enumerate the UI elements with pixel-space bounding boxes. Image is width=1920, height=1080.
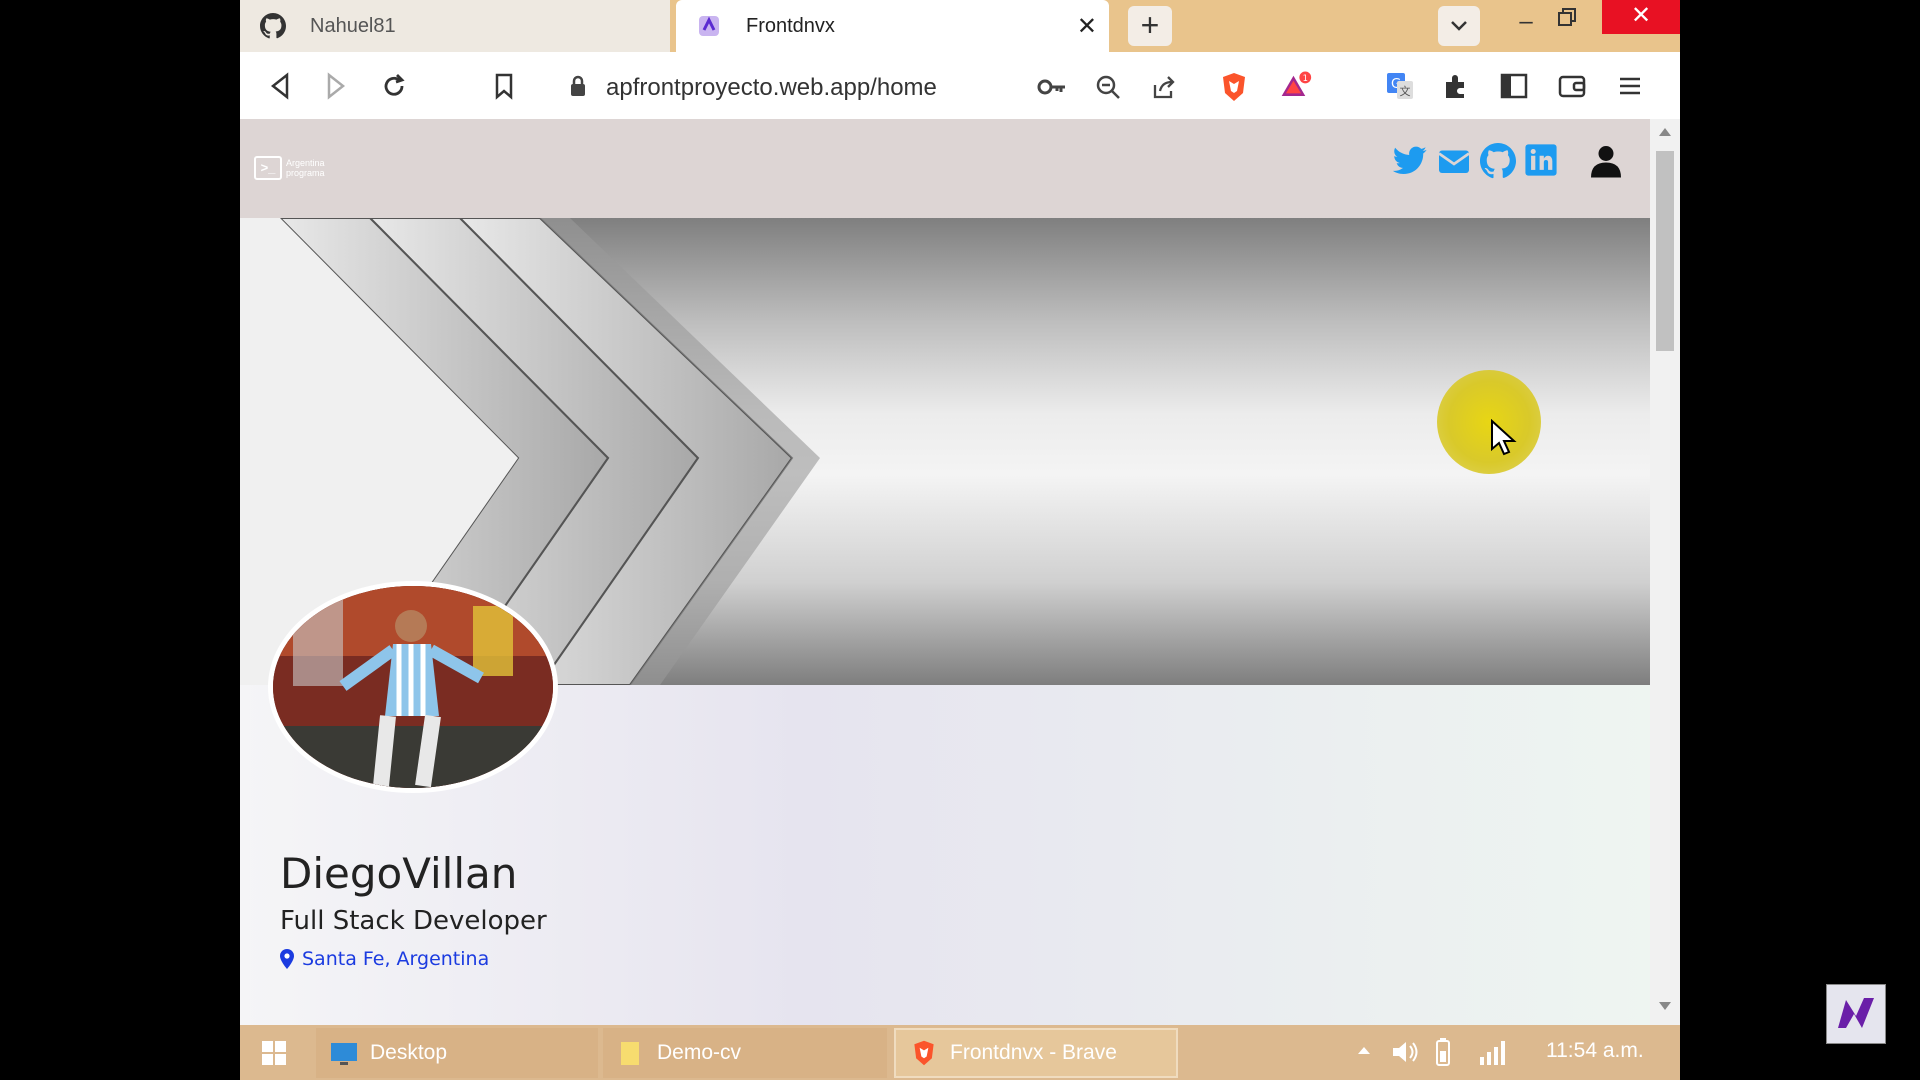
browser-toolbar: apfrontproyecto.web.app/home 1 G文 [240, 52, 1680, 119]
tab-frontdnvx[interactable]: Frontdnvx ✕ [676, 0, 1109, 52]
channel-watermark-logo [1826, 984, 1886, 1044]
taskbar: Desktop Demo-cv Frontdnvx - Brave 11:54 … [240, 1025, 1680, 1080]
tab-nahuel81[interactable]: Nahuel81 [240, 0, 670, 52]
extensions-icon[interactable] [1440, 70, 1472, 102]
taskbar-item-label: Frontdnvx - Brave [950, 1041, 1117, 1064]
zoom-out-icon[interactable] [1092, 71, 1124, 103]
github-icon[interactable] [1480, 143, 1516, 179]
scroll-up-icon[interactable] [1658, 127, 1672, 137]
taskbar-item-brave[interactable]: Frontdnvx - Brave [894, 1028, 1178, 1078]
network-signal-icon[interactable] [1478, 1037, 1508, 1072]
tab-strip: Nahuel81 Frontdnvx ✕ + – ✕ [240, 0, 1680, 52]
profile-photo [268, 581, 558, 793]
sidebar-icon[interactable] [1498, 70, 1530, 102]
share-icon[interactable] [1148, 71, 1180, 103]
email-icon[interactable] [1436, 143, 1472, 179]
back-icon[interactable] [264, 70, 296, 102]
user-icon[interactable] [1588, 143, 1624, 179]
page-scrollbar[interactable] [1650, 119, 1680, 1025]
map-pin-icon [280, 949, 294, 969]
page-viewport: >_ Argentina programa DiegoVillan Full S… [240, 119, 1650, 1025]
svg-text:1: 1 [1303, 73, 1308, 83]
twitter-icon[interactable] [1392, 143, 1428, 179]
svg-text:文: 文 [1400, 84, 1411, 98]
taskbar-item-desktop[interactable]: Desktop [316, 1028, 598, 1078]
tab-search-button[interactable] [1438, 6, 1480, 46]
forward-icon[interactable] [320, 70, 352, 102]
lock-icon[interactable] [568, 74, 588, 103]
desktop-icon [331, 1043, 357, 1065]
taskbar-item-label: Demo-cv [657, 1041, 742, 1064]
volume-icon[interactable] [1390, 1037, 1420, 1072]
profile-name: DiegoVillan [280, 849, 518, 898]
brave-shields-icon[interactable] [1218, 71, 1250, 103]
close-tab-icon[interactable]: ✕ [1077, 12, 1097, 41]
taskbar-clock[interactable]: 11:54 a.m. [1546, 1039, 1644, 1063]
tab-title: Nahuel81 [310, 14, 396, 37]
key-icon[interactable] [1036, 71, 1068, 103]
taskbar-item-label: Desktop [370, 1041, 448, 1064]
logo-text-line2: programa [286, 168, 325, 178]
github-icon [260, 13, 286, 39]
browser-window: Nahuel81 Frontdnvx ✕ + – ✕ apfrontproyec… [240, 0, 1680, 1080]
profile-title: Full Stack Developer [280, 906, 547, 936]
cursor-highlight [1437, 370, 1541, 474]
scroll-thumb[interactable] [1656, 151, 1674, 351]
taskbar-item-demo-cv[interactable]: Demo-cv [603, 1028, 887, 1078]
battery-icon[interactable] [1434, 1037, 1452, 1072]
close-window-button[interactable]: ✕ [1602, 0, 1680, 34]
new-tab-button[interactable]: + [1128, 6, 1172, 46]
scroll-down-icon[interactable] [1658, 1001, 1672, 1011]
chevron-down-icon [1451, 21, 1467, 31]
bookmark-icon[interactable] [488, 70, 520, 102]
mouse-cursor-icon [1490, 418, 1518, 462]
profile-location[interactable]: Santa Fe, Argentina [280, 948, 489, 970]
menu-icon[interactable] [1614, 70, 1646, 102]
tab-title: Frontdnvx [746, 14, 835, 37]
screen: Nahuel81 Frontdnvx ✕ + – ✕ apfrontproyec… [0, 0, 1920, 1080]
reload-icon[interactable] [378, 70, 410, 102]
location-text: Santa Fe, Argentina [302, 948, 490, 970]
terminal-icon: >_ [254, 156, 282, 180]
address-bar[interactable]: apfrontproyecto.web.app/home 1 [546, 60, 1334, 114]
site-header: >_ Argentina programa [240, 119, 1650, 218]
windows-start-icon[interactable] [260, 1039, 288, 1072]
url-text: apfrontproyecto.web.app/home [606, 74, 937, 101]
folder-icon [621, 1042, 639, 1065]
restore-button[interactable] [1556, 6, 1584, 34]
wallet-icon[interactable] [1556, 70, 1588, 102]
minimize-button[interactable]: – [1512, 8, 1540, 36]
linkedin-icon[interactable] [1524, 143, 1560, 179]
translate-icon[interactable]: G文 [1384, 70, 1416, 102]
app-icon [696, 13, 722, 39]
argentina-programa-logo[interactable]: >_ Argentina programa [254, 155, 342, 181]
logo-text-line1: Argentina [286, 158, 325, 168]
brave-icon [914, 1040, 934, 1066]
show-hidden-icons-icon[interactable] [1356, 1043, 1372, 1061]
brave-rewards-icon[interactable]: 1 [1280, 69, 1312, 101]
